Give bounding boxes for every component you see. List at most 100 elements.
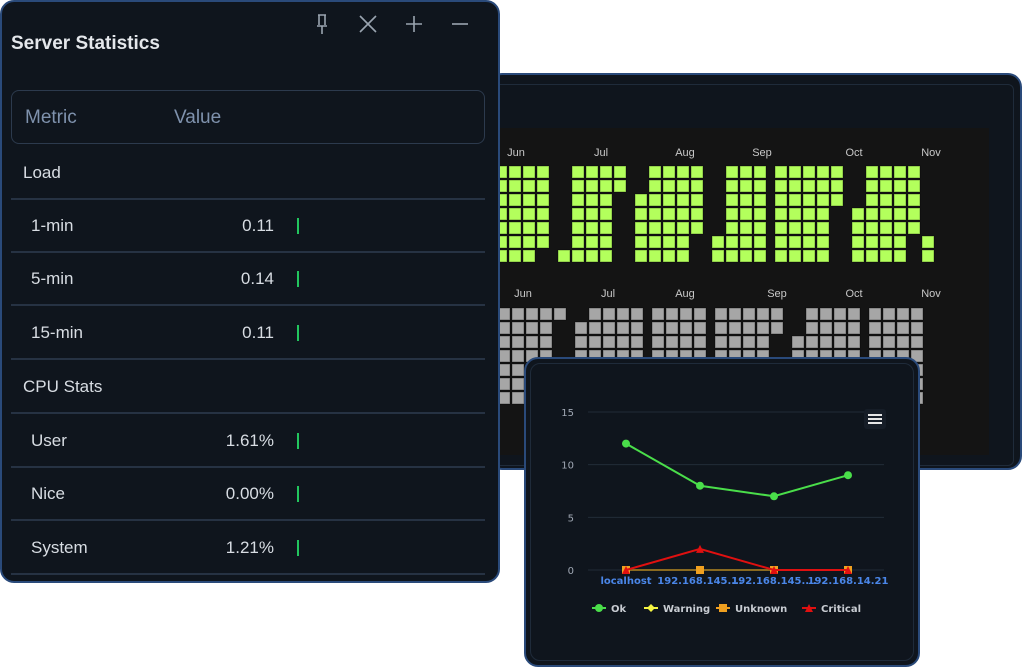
heatmap-cell[interactable] (816, 179, 830, 193)
heatmap-cell[interactable] (522, 193, 536, 207)
heatmap-cell[interactable] (851, 207, 865, 221)
heatmap-cell[interactable] (679, 321, 693, 335)
heatmap-cell[interactable] (508, 193, 522, 207)
heatmap-cell[interactable] (522, 165, 536, 179)
heatmap-cell[interactable] (788, 221, 802, 235)
heatmap-cell[interactable] (511, 321, 525, 335)
heatmap-cell[interactable] (816, 235, 830, 249)
heatmap-cell[interactable] (921, 235, 935, 249)
heatmap-cell[interactable] (679, 307, 693, 321)
heatmap-cell[interactable] (742, 335, 756, 349)
heatmap-cell[interactable] (816, 221, 830, 235)
heatmap-cell[interactable] (753, 235, 767, 249)
legend-item-ok[interactable]: Ok (611, 604, 627, 615)
heatmap-cell[interactable] (753, 249, 767, 263)
heatmap-cell[interactable] (585, 193, 599, 207)
heatmap-cell[interactable] (648, 179, 662, 193)
heatmap-cell[interactable] (634, 207, 648, 221)
heatmap-cell[interactable] (791, 335, 805, 349)
heatmap-cell[interactable] (613, 165, 627, 179)
heatmap-cell[interactable] (833, 321, 847, 335)
heatmap-cell[interactable] (816, 249, 830, 263)
heatmap-cell[interactable] (774, 207, 788, 221)
heatmap-cell[interactable] (739, 193, 753, 207)
heatmap-cell[interactable] (602, 321, 616, 335)
heatmap-cell[interactable] (522, 235, 536, 249)
heatmap-cell[interactable] (774, 179, 788, 193)
heatmap-cell[interactable] (910, 307, 924, 321)
heatmap-cell[interactable] (882, 335, 896, 349)
heatmap-cell[interactable] (893, 207, 907, 221)
heatmap-cell[interactable] (630, 321, 644, 335)
heatmap-cell[interactable] (665, 335, 679, 349)
heatmap-cell[interactable] (879, 235, 893, 249)
heatmap-cell[interactable] (728, 335, 742, 349)
close-button[interactable] (355, 10, 381, 38)
heatmap-cell[interactable] (690, 179, 704, 193)
heatmap-cell[interactable] (847, 321, 861, 335)
heatmap-cell[interactable] (648, 207, 662, 221)
heatmap-cell[interactable] (714, 307, 728, 321)
heatmap-cell[interactable] (805, 307, 819, 321)
heatmap-cell[interactable] (739, 179, 753, 193)
heatmap-cell[interactable] (805, 335, 819, 349)
heatmap-cell[interactable] (802, 221, 816, 235)
heatmap-cell[interactable] (585, 179, 599, 193)
heatmap-cell[interactable] (833, 307, 847, 321)
heatmap-cell[interactable] (756, 335, 770, 349)
heatmap-cell[interactable] (865, 179, 879, 193)
heatmap-cell[interactable] (879, 249, 893, 263)
heatmap-cell[interactable] (588, 321, 602, 335)
heatmap-cell[interactable] (865, 249, 879, 263)
heatmap-cell[interactable] (634, 193, 648, 207)
heatmap-cell[interactable] (536, 221, 550, 235)
heatmap-cell[interactable] (662, 165, 676, 179)
heatmap-cell[interactable] (536, 235, 550, 249)
heatmap-cell[interactable] (774, 165, 788, 179)
heatmap-cell[interactable] (539, 307, 553, 321)
heatmap-cell[interactable] (665, 321, 679, 335)
heatmap-cell[interactable] (693, 307, 707, 321)
heatmap-cell[interactable] (802, 207, 816, 221)
heatmap-cell[interactable] (739, 235, 753, 249)
heatmap-cell[interactable] (753, 193, 767, 207)
heatmap-cell[interactable] (634, 235, 648, 249)
heatmap-cell[interactable] (896, 321, 910, 335)
heatmap-cell[interactable] (879, 165, 893, 179)
heatmap-cell[interactable] (865, 235, 879, 249)
heatmap-cell[interactable] (879, 193, 893, 207)
heatmap-cell[interactable] (599, 235, 613, 249)
heatmap-cell[interactable] (648, 221, 662, 235)
heatmap-cell[interactable] (725, 179, 739, 193)
heatmap-cell[interactable] (830, 165, 844, 179)
heatmap-cell[interactable] (725, 165, 739, 179)
heatmap-cell[interactable] (536, 179, 550, 193)
heatmap-cell[interactable] (613, 179, 627, 193)
heatmap-cell[interactable] (802, 179, 816, 193)
heatmap-cell[interactable] (865, 165, 879, 179)
heatmap-cell[interactable] (662, 193, 676, 207)
heatmap-cell[interactable] (571, 165, 585, 179)
legend-marker-warning[interactable] (647, 604, 655, 612)
heatmap-cell[interactable] (739, 207, 753, 221)
heatmap-cell[interactable] (690, 193, 704, 207)
heatmap-cell[interactable] (833, 335, 847, 349)
heatmap-cell[interactable] (511, 377, 525, 391)
pin-button[interactable] (309, 10, 335, 38)
heatmap-cell[interactable] (511, 335, 525, 349)
heatmap-cell[interactable] (851, 249, 865, 263)
heatmap-cell[interactable] (816, 193, 830, 207)
heatmap-cell[interactable] (756, 307, 770, 321)
heatmap-cell[interactable] (725, 235, 739, 249)
heatmap-cell[interactable] (676, 165, 690, 179)
heatmap-cell[interactable] (588, 307, 602, 321)
heatmap-cell[interactable] (525, 307, 539, 321)
heatmap-cell[interactable] (536, 207, 550, 221)
heatmap-cell[interactable] (599, 249, 613, 263)
heatmap-cell[interactable] (907, 207, 921, 221)
heatmap-cell[interactable] (630, 335, 644, 349)
heatmap-cell[interactable] (599, 221, 613, 235)
heatmap-cell[interactable] (868, 335, 882, 349)
heatmap-cell[interactable] (525, 335, 539, 349)
heatmap-cell[interactable] (599, 179, 613, 193)
